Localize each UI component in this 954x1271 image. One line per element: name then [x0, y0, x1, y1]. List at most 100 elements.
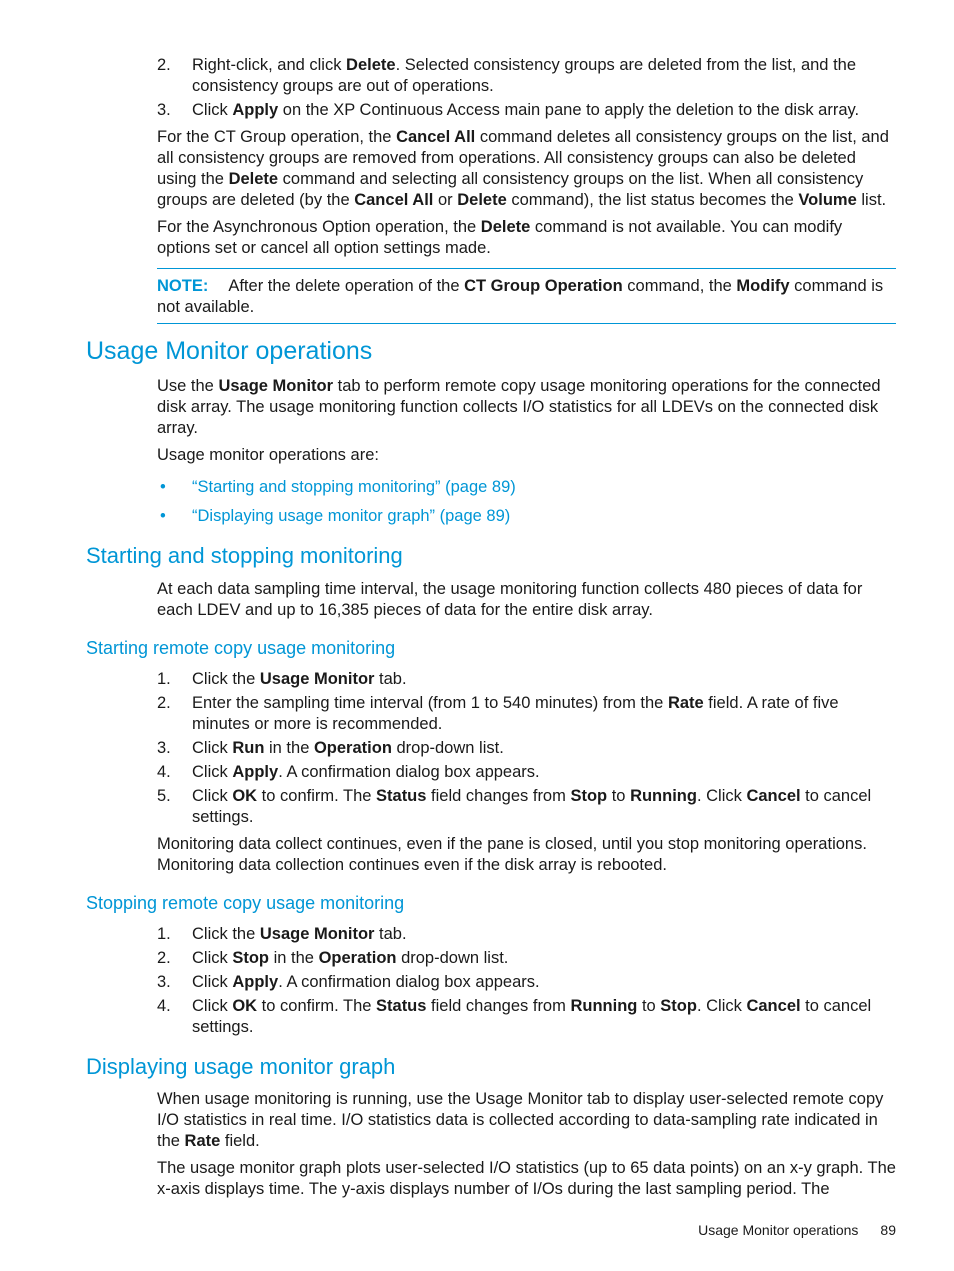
bold-term: Operation — [318, 949, 397, 967]
text-run: Click — [192, 101, 233, 119]
list-item: 2. Right-click, and click Delete. Selecte… — [157, 55, 899, 97]
text-run: Click — [192, 739, 233, 757]
paragraph-monitoring-continues: Monitoring data collect continues, even … — [157, 835, 867, 874]
bold-term: Status — [376, 787, 427, 805]
text-run: drop-down list. — [396, 949, 509, 967]
bold-term: Usage Monitor — [259, 670, 375, 688]
text-run: drop-down list. — [391, 739, 504, 757]
list-item: 4. Click Apply. A confirmation dialog box… — [157, 762, 899, 783]
paragraph-ct-group: For the CT Group operation, the Cancel A… — [157, 127, 899, 211]
step-number: 1. — [157, 670, 171, 688]
bold-term: Volume — [798, 191, 857, 209]
paragraph-ops-intro: Usage monitor operations are: — [157, 446, 379, 464]
step-number: 3. — [157, 101, 171, 119]
stop-steps-list: 1. Click the Usage Monitor tab. 2. Click S… — [157, 924, 899, 1041]
note-box: NOTE: After the delete operation of the C… — [157, 268, 896, 324]
text-run: Right-click, and click — [192, 56, 347, 74]
bold-term: Stop — [660, 997, 697, 1015]
page-number: 89 — [880, 1222, 896, 1238]
text-run: command, the — [622, 277, 737, 295]
bold-term: Rate — [184, 1132, 221, 1150]
document-page: 2. Right-click, and click Delete. Selecte… — [0, 0, 954, 1271]
heading-displaying-graph: Displaying usage monitor graph — [86, 1054, 396, 1079]
operations-links-list: • “Starting and stopping monitoring” (pag… — [157, 477, 899, 535]
text-run: Click the — [192, 670, 260, 688]
heading-starting-remote: Starting remote copy usage monitoring — [86, 638, 396, 658]
text-run: to — [637, 997, 661, 1015]
text-run: . A confirmation dialog box appears. — [278, 973, 540, 991]
text-run: When usage monitoring is running, use th… — [157, 1090, 884, 1150]
list-item: 5. Click OK to confirm. The Status field … — [157, 786, 899, 828]
list-item: • “Displaying usage monitor graph” (page … — [157, 506, 899, 527]
bold-term: OK — [232, 787, 258, 805]
text-run: Use the — [157, 377, 219, 395]
bold-term: Stop — [232, 949, 270, 967]
step-number: 1. — [157, 925, 171, 943]
bullet-icon: • — [160, 478, 166, 496]
text-run: After the delete operation of the — [228, 277, 465, 295]
page-footer: Usage Monitor operations 89 — [698, 1222, 896, 1238]
step-number: 3. — [157, 739, 171, 757]
paragraph-async: For the Asynchronous Option operation, t… — [157, 217, 899, 259]
text-run: Click — [192, 973, 233, 991]
text-run: tab. — [374, 670, 407, 688]
list-item: 4. Click OK to confirm. The Status field … — [157, 996, 899, 1038]
text-run: Click — [192, 763, 233, 781]
bold-term: Usage Monitor — [218, 377, 334, 395]
bold-term: Cancel — [746, 787, 801, 805]
text-run: . Click — [696, 787, 747, 805]
heading-stopping-remote: Stopping remote copy usage monitoring — [86, 893, 405, 913]
text-run: in the — [264, 739, 314, 757]
bold-term: CT Group Operation — [464, 277, 623, 295]
step-number: 4. — [157, 997, 171, 1015]
text-run: For the CT Group operation, the — [157, 128, 397, 146]
text-run: to confirm. The — [257, 997, 377, 1015]
bold-term: Apply — [232, 101, 279, 119]
list-item: 3. Click Apply on the XP Continuous Acces… — [157, 100, 899, 121]
bold-term: Delete — [346, 56, 396, 74]
list-item: 2. Click Stop in the Operation drop-down … — [157, 948, 899, 969]
bold-term: Cancel All — [354, 191, 434, 209]
bold-term: Stop — [570, 787, 608, 805]
list-item: 3. Click Run in the Operation drop-down l… — [157, 738, 899, 759]
text-run: . Click — [696, 997, 747, 1015]
link-starting-stopping-monitoring[interactable]: “Starting and stopping monitoring” (page… — [192, 478, 516, 496]
text-run: list. — [856, 191, 887, 209]
paragraph-usage-intro: Use the Usage Monitor tab to perform rem… — [157, 376, 899, 439]
bold-term: Run — [232, 739, 265, 757]
text-run: Click — [192, 787, 233, 805]
text-run: . A confirmation dialog box appears. — [278, 763, 540, 781]
step-number: 2. — [157, 694, 171, 712]
text-run: field changes from — [426, 997, 571, 1015]
bold-term: Apply — [232, 973, 279, 991]
list-item: 2. Enter the sampling time interval (from… — [157, 693, 899, 735]
text-run: in the — [269, 949, 319, 967]
note-text: After the delete operation of the CT Gro… — [157, 277, 883, 316]
note-label: NOTE: — [157, 277, 209, 295]
bold-term: Running — [630, 787, 697, 805]
bold-term: Running — [570, 997, 638, 1015]
text-run: Enter the sampling time interval (from 1… — [192, 694, 668, 712]
list-item: 1. Click the Usage Monitor tab. — [157, 924, 899, 945]
bold-term: Rate — [667, 694, 704, 712]
text-run: or — [433, 191, 458, 209]
text-run: For the Asynchronous Option operation, t… — [157, 218, 481, 236]
list-item: 1. Click the Usage Monitor tab. — [157, 669, 899, 690]
heading-starting-stopping: Starting and stopping monitoring — [86, 543, 403, 568]
start-steps-list: 1. Click the Usage Monitor tab. 2. Enter t… — [157, 669, 899, 831]
bold-term: Apply — [232, 763, 279, 781]
bold-term: Delete — [228, 170, 279, 188]
bold-term: Cancel — [746, 997, 801, 1015]
paragraph-display-2: The usage monitor graph plots user-selec… — [157, 1159, 896, 1198]
paragraph-display-1: When usage monitoring is running, use th… — [157, 1089, 899, 1152]
bold-term: Operation — [313, 739, 392, 757]
step-number: 5. — [157, 787, 171, 805]
list-item: • “Starting and stopping monitoring” (pag… — [157, 477, 899, 498]
bold-term: Delete — [480, 218, 531, 236]
text-run: Click — [192, 997, 233, 1015]
text-run: to confirm. The — [257, 787, 377, 805]
heading-usage-monitor-operations: Usage Monitor operations — [86, 337, 373, 365]
top-steps-list: 2. Right-click, and click Delete. Selecte… — [157, 55, 899, 124]
link-displaying-usage-monitor-graph[interactable]: “Displaying usage monitor graph” (page 8… — [192, 507, 510, 525]
text-run: command), the list status becomes the — [506, 191, 799, 209]
